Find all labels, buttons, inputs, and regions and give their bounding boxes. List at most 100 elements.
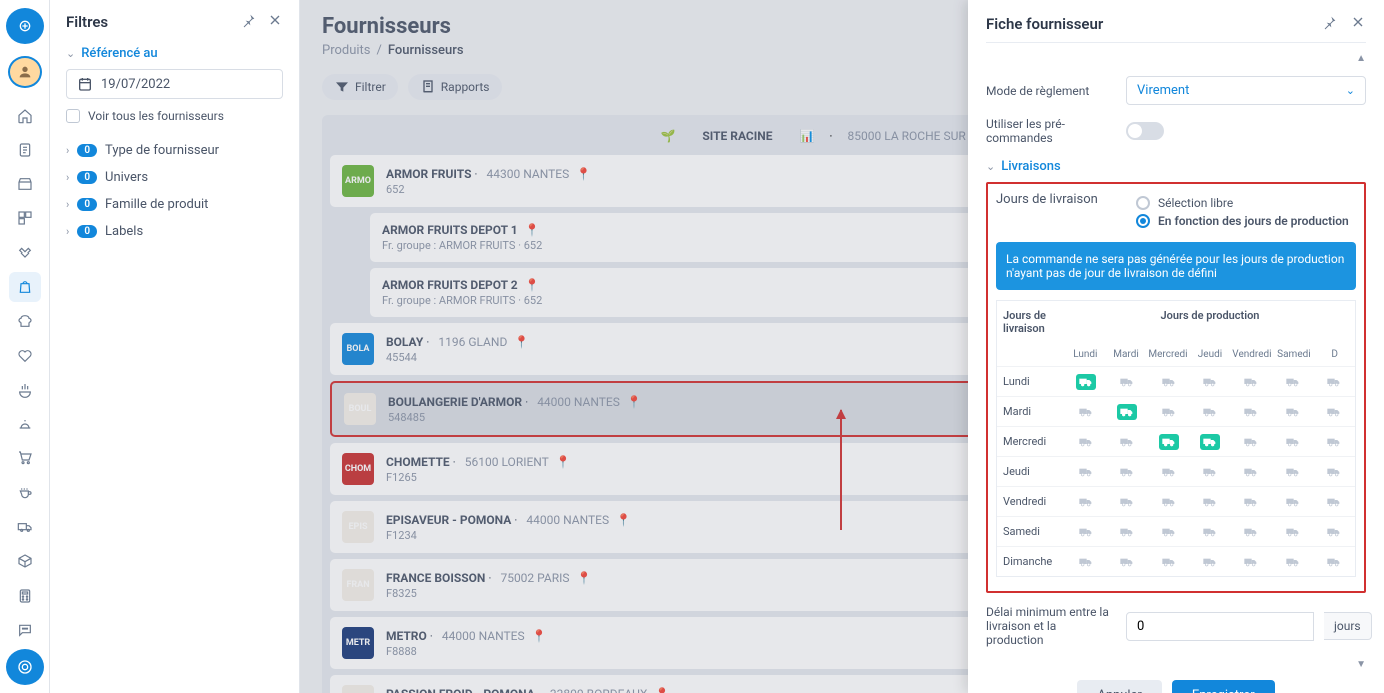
matrix-cell[interactable]: [1314, 367, 1355, 396]
preorder-toggle[interactable]: [1126, 122, 1164, 140]
nav-store-icon[interactable]: [9, 169, 41, 199]
matrix-cell[interactable]: [1314, 517, 1355, 546]
nav-chef-icon[interactable]: [9, 306, 41, 336]
matrix-cell[interactable]: [1148, 397, 1189, 426]
nav-cart-icon[interactable]: [9, 443, 41, 473]
radio-free-selection[interactable]: Sélection libre: [1136, 196, 1356, 210]
matrix-row-label: Mercredi: [997, 427, 1065, 456]
matrix-cell[interactable]: [1314, 457, 1355, 486]
filter-group[interactable]: ›0Univers: [66, 164, 283, 191]
panel-pin-icon[interactable]: [1322, 14, 1338, 34]
nav-bell-icon[interactable]: [9, 409, 41, 439]
nav-coffee-icon[interactable]: [9, 478, 41, 508]
delay-input[interactable]: [1126, 612, 1314, 641]
matrix-cell[interactable]: [1106, 487, 1147, 516]
nav-truck-icon[interactable]: [9, 512, 41, 542]
matrix-row-label: Jeudi: [997, 457, 1065, 486]
matrix-cell[interactable]: [1148, 547, 1189, 576]
user-avatar[interactable]: [8, 56, 42, 88]
matrix-cell[interactable]: [1189, 427, 1230, 456]
matrix-cell[interactable]: [1231, 517, 1272, 546]
matrix-cell[interactable]: [1148, 487, 1189, 516]
matrix-cell[interactable]: [1106, 457, 1147, 486]
filter-group[interactable]: ›0Famille de produit: [66, 191, 283, 218]
nav-grid-icon[interactable]: [9, 203, 41, 233]
nav-box-icon[interactable]: [9, 546, 41, 576]
deliveries-section-header[interactable]: ⌄Livraisons: [986, 159, 1366, 174]
nav-doc-icon[interactable]: [9, 135, 41, 165]
matrix-cell[interactable]: [1189, 517, 1230, 546]
matrix-cell[interactable]: [1272, 457, 1313, 486]
nav-handshake-icon[interactable]: [9, 238, 41, 268]
matrix-cell[interactable]: [1272, 427, 1313, 456]
matrix-cell[interactable]: [1148, 517, 1189, 546]
filter-section-ref[interactable]: ⌄Référencé au: [66, 46, 283, 61]
matrix-cell[interactable]: [1148, 427, 1189, 456]
filters-title: Filtres: [66, 13, 108, 31]
matrix-cell[interactable]: [1272, 487, 1313, 516]
app-logo[interactable]: [6, 8, 44, 44]
matrix-cell[interactable]: [1231, 397, 1272, 426]
matrix-cell[interactable]: [1106, 397, 1147, 426]
reports-button[interactable]: Rapports: [408, 74, 502, 100]
show-all-checkbox[interactable]: Voir tous les fournisseurs: [66, 109, 283, 123]
matrix-cell[interactable]: [1065, 457, 1106, 486]
scroll-up-icon[interactable]: ▲: [986, 53, 1366, 64]
matrix-cell[interactable]: [1148, 457, 1189, 486]
matrix-cell[interactable]: [1065, 427, 1106, 456]
matrix-col-header: Jeudi: [1190, 343, 1231, 366]
matrix-cell[interactable]: [1314, 487, 1355, 516]
matrix-cell[interactable]: [1065, 397, 1106, 426]
matrix-cell[interactable]: [1231, 487, 1272, 516]
matrix-cell[interactable]: [1231, 367, 1272, 396]
matrix-cell[interactable]: [1231, 457, 1272, 486]
matrix-cell[interactable]: [1314, 427, 1355, 456]
nav-chat-icon[interactable]: [9, 615, 41, 645]
payment-mode-select[interactable]: Virement⌄: [1126, 76, 1366, 105]
nav-heart-icon[interactable]: [9, 340, 41, 370]
matrix-cell[interactable]: [1189, 367, 1230, 396]
matrix-cell[interactable]: [1106, 367, 1147, 396]
matrix-cell[interactable]: [1106, 427, 1147, 456]
cancel-button[interactable]: Annuler: [1077, 680, 1161, 693]
matrix-cell[interactable]: [1189, 547, 1230, 576]
matrix-cell[interactable]: [1065, 517, 1106, 546]
nav-plate-icon[interactable]: [9, 375, 41, 405]
close-icon[interactable]: [267, 12, 283, 32]
nav-help-icon[interactable]: [6, 649, 44, 685]
filters-panel: Filtres ⌄Référencé au 19/07/2022 Voir to…: [50, 0, 300, 693]
nav-calc-icon[interactable]: [9, 581, 41, 611]
matrix-cell[interactable]: [1272, 367, 1313, 396]
matrix-cell[interactable]: [1065, 547, 1106, 576]
matrix-cell[interactable]: [1314, 547, 1355, 576]
matrix-cell[interactable]: [1272, 397, 1313, 426]
matrix-cell[interactable]: [1189, 487, 1230, 516]
filter-button[interactable]: Filtrer: [322, 74, 398, 100]
scroll-down-icon[interactable]: ▼: [986, 659, 1366, 670]
matrix-cell[interactable]: [1065, 367, 1106, 396]
date-input[interactable]: 19/07/2022: [66, 69, 283, 99]
radio-production-days[interactable]: En fonction des jours de production: [1136, 214, 1356, 228]
nav-bag-icon[interactable]: [9, 272, 41, 302]
panel-close-icon[interactable]: [1350, 14, 1366, 34]
matrix-row-label: Lundi: [997, 367, 1065, 396]
matrix-cell[interactable]: [1314, 397, 1355, 426]
matrix-cell[interactable]: [1231, 427, 1272, 456]
panel-title: Fiche fournisseur: [986, 15, 1103, 33]
matrix-cell[interactable]: [1231, 547, 1272, 576]
matrix-col-header: Lundi: [1065, 343, 1106, 366]
nav-home-icon[interactable]: [9, 100, 41, 130]
filter-group[interactable]: ›0Type de fournisseur: [66, 137, 283, 164]
matrix-cell[interactable]: [1065, 487, 1106, 516]
save-button[interactable]: Enregistrer: [1172, 680, 1275, 693]
matrix-cell[interactable]: [1148, 367, 1189, 396]
matrix-cell[interactable]: [1106, 517, 1147, 546]
matrix-cell[interactable]: [1189, 397, 1230, 426]
pin-icon[interactable]: [241, 12, 257, 32]
matrix-cell[interactable]: [1272, 547, 1313, 576]
matrix-cell[interactable]: [1189, 457, 1230, 486]
filter-group[interactable]: ›0Labels: [66, 218, 283, 245]
matrix-cell[interactable]: [1106, 547, 1147, 576]
matrix-cell[interactable]: [1272, 517, 1313, 546]
delivery-matrix: Jours de livraison Jours de production L…: [996, 300, 1356, 577]
